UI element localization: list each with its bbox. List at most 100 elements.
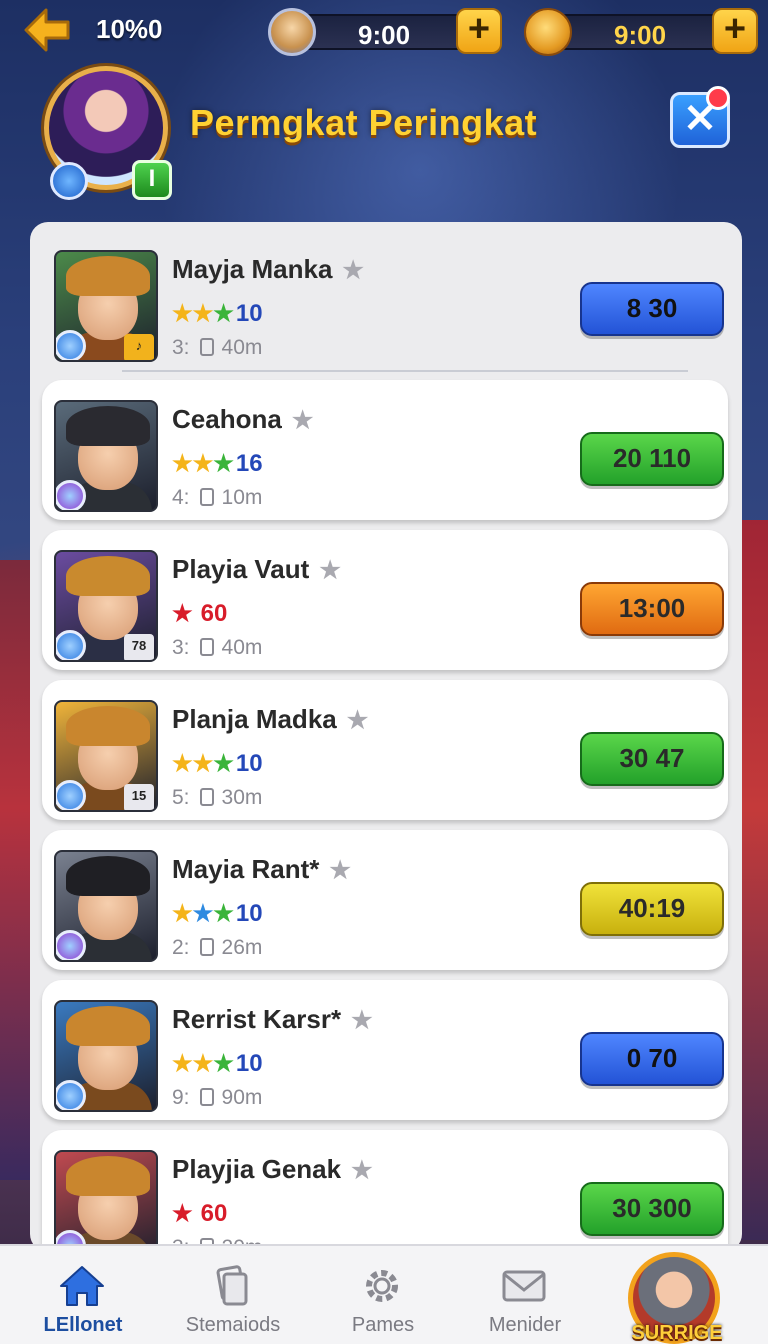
portrait-hair	[66, 1156, 150, 1196]
lock-icon	[199, 1088, 214, 1106]
class-badge-icon	[56, 330, 86, 360]
player-name: Mayia Rant* ★	[172, 854, 351, 885]
leaderboard-row[interactable]: Rerrist Karsr* ★ ★★★10 9: 90m 0 70	[42, 980, 728, 1120]
star-icon: ★	[172, 1050, 193, 1076]
meta-time: 10m	[221, 486, 263, 509]
player-name-text: Playia Vaut	[172, 554, 310, 584]
player-meta: 3: 40m	[172, 336, 262, 360]
score-button[interactable]: 30 300	[580, 1182, 724, 1236]
score-button[interactable]: 13:00	[580, 582, 724, 636]
player-portrait: 78	[54, 550, 158, 662]
score-button[interactable]: 8 30	[580, 282, 724, 336]
leaderboard-row[interactable]: 78 Playia Vaut ★ ★ 60 3: 40m 13:00	[42, 530, 728, 670]
home-icon	[60, 1266, 104, 1306]
back-button[interactable]	[22, 6, 72, 54]
top-bar: 10%0 9:00 + 9:00 +	[0, 0, 768, 60]
rank-stars: ★★★10	[172, 300, 263, 328]
star-icon: ★	[192, 900, 214, 926]
player-portrait	[54, 1150, 158, 1252]
star-icon: ★	[172, 300, 193, 326]
star-icon: ★	[172, 450, 193, 476]
lock-icon	[199, 488, 214, 506]
score-button[interactable]: 40:19	[580, 882, 724, 936]
class-badge-icon	[56, 780, 86, 810]
player-name-text: Ceahona	[172, 404, 282, 434]
star-icon: ★	[192, 300, 214, 326]
nav-label: Menider	[488, 1314, 562, 1336]
gold-leaf-icon	[524, 8, 572, 56]
leaderboard-row[interactable]: Ceahona ★ ★★★16 4: 10m 20 110	[42, 380, 728, 520]
favorite-star-icon[interactable]: ★	[329, 857, 351, 884]
player-level: 60	[200, 1200, 228, 1227]
star-icon: ★	[213, 300, 234, 326]
leaderboard-row[interactable]: Playjia Genak★★603:20m30 300	[42, 1130, 728, 1252]
nav-item-pames[interactable]: Pames	[308, 1246, 458, 1344]
portrait-tag: 15	[124, 784, 154, 810]
score-button[interactable]: 0 70	[580, 1032, 724, 1086]
meta-time: 40m	[221, 336, 263, 359]
notification-dot	[706, 86, 730, 110]
leaderboard-row[interactable]: 15 Planja Madka ★ ★★★10 5: 30m 30 47	[42, 680, 728, 820]
portrait-hair	[66, 556, 150, 596]
nav-item-stemaiods[interactable]: Stemaiods	[158, 1246, 308, 1344]
star-icon: ★	[172, 600, 193, 626]
resource-value: 9:00	[358, 20, 411, 50]
player-name-text: Playjia Genak	[172, 1154, 342, 1184]
class-badge-icon	[56, 480, 86, 510]
portrait-hair	[66, 706, 150, 746]
score-button[interactable]: 30 47	[580, 732, 724, 786]
add-gold-button[interactable]: +	[712, 8, 758, 54]
nav-item-menider[interactable]: Menider	[450, 1246, 600, 1344]
player-name-text: Mayja Manka	[172, 254, 333, 284]
row-divider	[122, 370, 688, 372]
nav-item-home[interactable]: LEllonet	[8, 1246, 158, 1344]
player-level: 16	[235, 450, 263, 477]
cards-icon	[216, 1265, 248, 1306]
lock-icon	[199, 638, 214, 656]
favorite-star-icon[interactable]: ★	[292, 407, 314, 434]
player-portrait: 15	[54, 700, 158, 812]
star-icon: ★	[172, 750, 193, 776]
player-meta: 2: 26m	[172, 936, 262, 960]
player-meta: 5: 30m	[172, 786, 262, 810]
progress-percent: 10%0	[96, 14, 163, 44]
leaderboard-row[interactable]: Mayia Rant* ★ ★★★10 2: 26m 40:19	[42, 830, 728, 970]
player-name-text: Mayia Rant*	[172, 854, 320, 884]
star-icon: ★	[213, 450, 234, 476]
player-level: 60	[200, 600, 228, 627]
portrait-hair	[66, 1006, 150, 1046]
back-arrow-icon	[24, 8, 70, 52]
lock-icon	[199, 938, 214, 956]
nav-label: Stemaiods	[185, 1314, 281, 1336]
player-meta: 4: 10m	[172, 486, 262, 510]
rank-stars: ★ 60	[172, 600, 227, 628]
meta-time: 40m	[221, 636, 263, 659]
favorite-star-icon[interactable]: ★	[342, 257, 364, 284]
star-icon: ★	[192, 450, 214, 476]
score-button[interactable]: 20 110	[580, 432, 724, 486]
favorite-star-icon[interactable]: ★	[319, 557, 341, 584]
player-level: 10	[235, 300, 263, 327]
add-resource-button[interactable]: +	[456, 8, 502, 54]
rank-badge: I	[132, 160, 172, 200]
favorite-star-icon[interactable]: ★	[351, 1007, 373, 1034]
star-icon: ★	[192, 1050, 214, 1076]
portrait-tag: ♪	[124, 334, 154, 360]
nav-label: LEllonet	[43, 1314, 123, 1336]
star-icon: ★	[213, 1050, 234, 1076]
favorite-star-icon[interactable]: ★	[351, 1157, 373, 1184]
meta-time: 90m	[221, 1086, 263, 1109]
mail-icon	[502, 1270, 546, 1302]
player-meta: 9: 90m	[172, 1086, 262, 1110]
gear-icon	[366, 1270, 398, 1302]
player-name: Planja Madka ★	[172, 704, 368, 735]
leaderboard-panel: ♪ Mayja Manka ★ ★★★10 3: 40m 8 30 Ceahona ★ ★★★16…	[30, 222, 742, 1252]
background-banner-left	[0, 560, 30, 1180]
meta-prefix: 3:	[172, 336, 190, 359]
portrait-hair	[66, 856, 150, 896]
leaderboard-row[interactable]: ♪ Mayja Manka ★ ★★★10 3: 40m 8 30	[42, 230, 728, 372]
meta-time: 26m	[221, 936, 263, 959]
favorite-star-icon[interactable]: ★	[347, 707, 369, 734]
player-name: Playjia Genak ★	[172, 1154, 373, 1185]
hero-crest-icon	[268, 8, 316, 56]
